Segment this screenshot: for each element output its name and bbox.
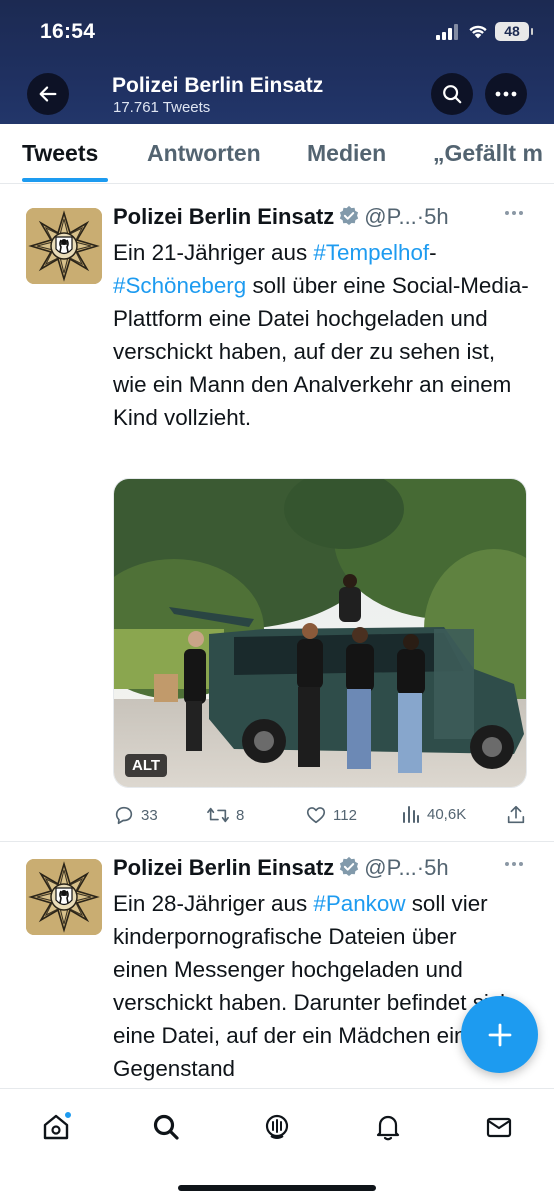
more-icon	[495, 91, 517, 97]
like-button[interactable]: 112	[305, 804, 357, 826]
tweet-header: Polizei Berlin Einsatz @P...·5h	[113, 204, 449, 234]
tweet-count: 17.761 Tweets	[113, 99, 211, 116]
back-arrow-icon	[39, 86, 57, 102]
hashtag-link[interactable]: #Schöneberg	[113, 273, 246, 298]
tweet-photo[interactable]: ALT	[113, 478, 527, 788]
tweet-text-part: Ein 21-Jähriger aus	[113, 240, 314, 265]
tweet-more-icon[interactable]	[504, 861, 524, 867]
notification-dot	[64, 1111, 72, 1119]
tweet-text: Ein 21-Jähriger aus #Tempelhof- #Schönebe…	[113, 236, 533, 434]
compose-icon	[488, 1023, 511, 1046]
retweet-icon	[207, 807, 229, 823]
tweet-text: Ein 28-Jähriger aus #Pankow soll vier ki…	[113, 887, 513, 1087]
alt-text-badge[interactable]: ALT	[125, 754, 168, 777]
tweet-more-icon[interactable]	[504, 210, 524, 216]
views-button[interactable]: 40,6K	[401, 804, 466, 824]
police-star-logo	[26, 208, 102, 284]
more-options-button[interactable]	[485, 73, 527, 115]
like-count: 112	[333, 806, 357, 824]
status-time: 16:54	[40, 20, 96, 43]
status-bar: 16:54 48	[0, 18, 554, 48]
share-icon	[507, 805, 525, 824]
home-indicator[interactable]	[178, 1185, 376, 1191]
profile-header: 16:54 48 Polizei Berlin Einsatz 17.761 T…	[0, 0, 554, 124]
verified-icon	[340, 205, 359, 225]
nav-notifications[interactable]	[368, 1107, 408, 1147]
profile-name: Polizei Berlin Einsatz	[112, 74, 324, 97]
active-tab-indicator	[22, 178, 108, 182]
like-icon	[306, 807, 326, 824]
messages-icon	[486, 1117, 512, 1138]
retweet-count: 8	[236, 806, 245, 824]
nav-spaces[interactable]	[257, 1107, 297, 1147]
search-icon	[153, 1114, 179, 1140]
views-icon	[403, 806, 419, 823]
verified-icon	[340, 856, 359, 876]
retweet-button[interactable]: 8	[206, 804, 244, 826]
tab-media[interactable]: Medien	[307, 140, 386, 167]
profile-tabs: Tweets Antworten Medien „Gefällt m	[0, 124, 554, 184]
search-button[interactable]	[431, 73, 473, 115]
nav-messages[interactable]	[479, 1107, 519, 1147]
avatar[interactable]	[26, 859, 102, 935]
tweet-header: Polizei Berlin Einsatz @P...·5h	[113, 855, 449, 885]
notifications-icon	[376, 1115, 400, 1141]
cellular-signal-icon	[436, 24, 458, 40]
tweet-time[interactable]: 5h	[424, 204, 448, 229]
reply-button[interactable]: 33	[113, 804, 158, 826]
reply-count: 33	[141, 806, 158, 824]
tweet-author-name[interactable]: Polizei Berlin Einsatz	[113, 855, 334, 880]
tweet-time[interactable]: 5h	[424, 855, 448, 880]
tweet-text-part: -	[429, 240, 437, 265]
spaces-icon	[265, 1114, 289, 1139]
battery-indicator: 48	[495, 22, 533, 41]
tweet-author-handle[interactable]: @P...	[364, 204, 417, 229]
hashtag-link[interactable]: #Tempelhof	[313, 240, 429, 265]
tweet-actions: 33 8 112 40,6K	[113, 804, 533, 830]
wifi-icon	[469, 25, 487, 39]
tweet-author-name[interactable]: Polizei Berlin Einsatz	[113, 204, 334, 229]
share-button[interactable]	[505, 804, 533, 826]
tweet-text-part: soll vier kinderpornografische Dateien ü…	[113, 891, 513, 1081]
compose-tweet-button[interactable]	[461, 996, 538, 1073]
back-button[interactable]	[27, 73, 69, 115]
police-van-photo	[114, 479, 526, 787]
tab-tweets[interactable]: Tweets	[22, 140, 98, 167]
reply-icon	[115, 806, 133, 825]
hashtag-link[interactable]: #Pankow	[313, 891, 405, 916]
nav-search[interactable]	[146, 1107, 186, 1147]
views-count: 40,6K	[427, 805, 467, 823]
search-icon	[443, 85, 462, 104]
bottom-navigation	[0, 1088, 554, 1200]
nav-home[interactable]	[36, 1107, 76, 1147]
tab-likes[interactable]: „Gefällt m	[433, 140, 543, 167]
police-star-logo	[26, 859, 102, 935]
avatar[interactable]	[26, 208, 102, 284]
tab-replies[interactable]: Antworten	[147, 140, 261, 167]
tweet-text-part: Ein 28-Jähriger aus	[113, 891, 314, 916]
tweet-author-handle[interactable]: @P...	[364, 855, 417, 880]
tweet[interactable]: Polizei Berlin Einsatz @P...·5h Ein 21-Jä…	[0, 192, 554, 842]
